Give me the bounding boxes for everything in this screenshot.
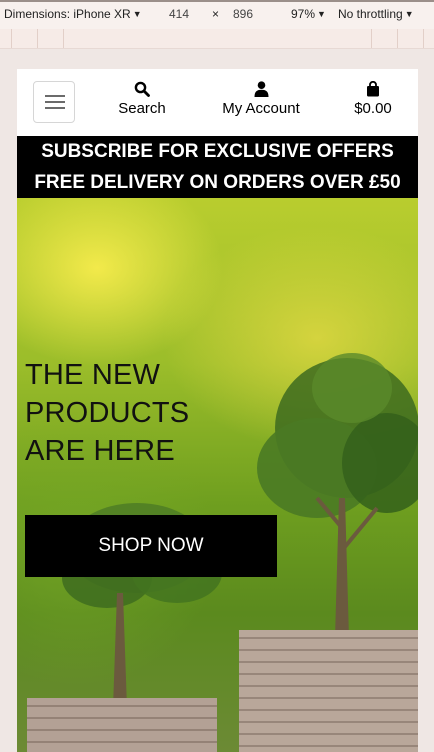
shop-now-button[interactable]: SHOP NOW [25, 515, 277, 577]
media-query-divider [371, 29, 372, 48]
search-link[interactable]: Search [117, 81, 167, 117]
shopping-bag-icon [367, 81, 379, 97]
menu-icon-bar [45, 101, 65, 103]
promo-line-delivery: FREE DELIVERY ON ORDERS OVER £50 [34, 172, 401, 193]
devtools-device-toolbar: Dimensions: iPhone XR ▼ 414 × 896 97% ▼ No… [0, 0, 434, 30]
device-select[interactable]: Dimensions: iPhone XR ▼ [4, 7, 142, 21]
hero-banner: THE NEW PRODUCTS ARE HERE SHOP NOW [17, 198, 418, 752]
menu-icon-bar [45, 95, 65, 97]
throttling-select[interactable]: No throttling ▼ [338, 7, 414, 21]
zoom-select[interactable]: 97% ▼ [291, 7, 326, 21]
menu-toggle-button[interactable] [33, 81, 75, 123]
my-account-label: My Account [222, 100, 300, 117]
width-input[interactable]: 414 [169, 7, 189, 21]
search-icon [134, 81, 150, 97]
mobile-viewport: Search My Account $0.00 SUBSCRIBE FOR EX… [17, 69, 418, 752]
height-input[interactable]: 896 [233, 7, 253, 21]
promo-line-subscribe: SUBSCRIBE FOR EXCLUSIVE OFFERS [41, 141, 394, 162]
menu-icon-bar [45, 107, 65, 109]
media-query-bar[interactable] [0, 29, 434, 49]
dimension-separator: × [212, 7, 220, 21]
caret-down-icon: ▼ [317, 9, 326, 19]
my-account-link[interactable]: My Account [216, 81, 306, 117]
promo-banner: SUBSCRIBE FOR EXCLUSIVE OFFERS FREE DELI… [17, 136, 418, 198]
media-query-divider [423, 29, 424, 48]
toolbar-top-border [0, 0, 434, 2]
hero-title-line: THE NEW [25, 359, 161, 391]
media-query-divider [11, 29, 12, 48]
hero-title-line: PRODUCTS [25, 397, 190, 429]
hero-image [27, 353, 418, 752]
media-query-divider [397, 29, 398, 48]
hero-title-line: ARE HERE [25, 435, 175, 467]
cart-total: $0.00 [354, 100, 392, 117]
site-header: Search My Account $0.00 [17, 69, 418, 136]
hero-title: THE NEW PRODUCTS ARE HERE [25, 356, 285, 470]
cart-link[interactable]: $0.00 [350, 81, 396, 117]
zoom-select-label: 97% [291, 7, 316, 21]
coin-stack-left [27, 698, 217, 752]
media-query-divider [37, 29, 38, 48]
coin-stack-right [239, 630, 418, 752]
caret-down-icon: ▼ [404, 9, 414, 19]
device-select-label: Dimensions: iPhone XR [4, 7, 131, 21]
user-icon [254, 81, 268, 97]
search-label: Search [118, 100, 166, 117]
media-query-divider [63, 29, 64, 48]
caret-down-icon: ▼ [132, 9, 142, 19]
throttling-select-label: No throttling [338, 7, 403, 21]
